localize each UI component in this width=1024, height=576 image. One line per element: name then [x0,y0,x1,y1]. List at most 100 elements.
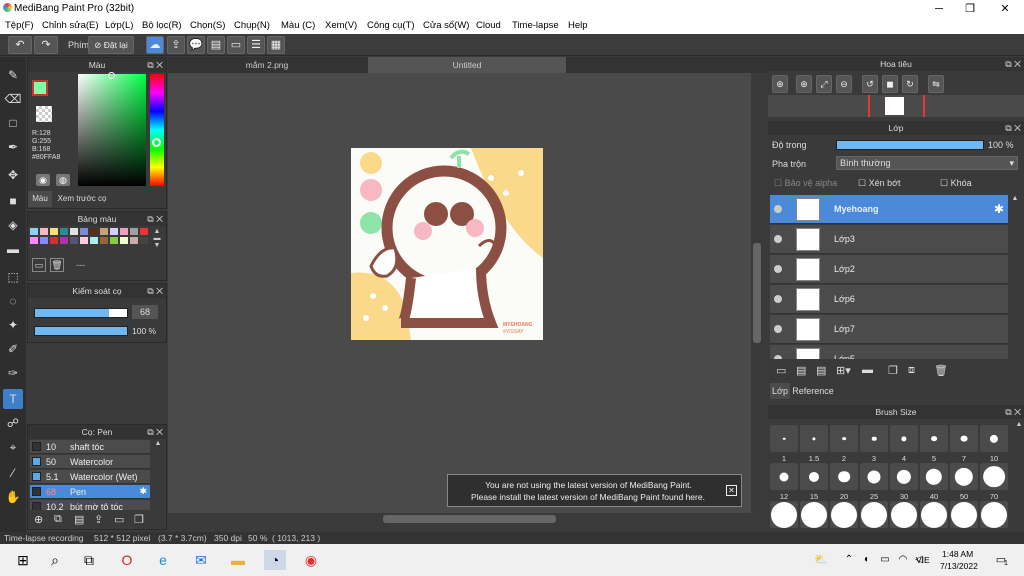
brush-tool-icon[interactable]: ✎ [3,65,23,85]
menu-file[interactable]: Tệp(F) [5,20,34,31]
move-tool-icon[interactable]: ✥ [3,165,23,185]
menu-window[interactable]: Cửa sổ(W) [423,20,469,31]
brush-size-cell[interactable]: 2 [830,425,858,463]
layer-list-scroll[interactable]: ▲ [1010,195,1020,359]
blend-mode-select[interactable]: Bình thường ▾ [836,156,1018,170]
layer-row[interactable]: Lớp3 [770,225,1008,254]
size-slider[interactable] [34,308,128,318]
eye-icon[interactable] [774,205,782,213]
palette-swatch[interactable] [70,237,78,244]
color-picker-cursor[interactable] [108,72,115,79]
new-halftone-layer-icon[interactable]: ▤ [796,364,806,377]
comment-icon[interactable]: 💬 [187,36,205,54]
color-wheel-icon[interactable]: ◉ [36,174,50,186]
eyedropper-tool-icon[interactable]: ⌖ [3,437,23,457]
brush-size-cell[interactable]: 1000 [980,501,1008,539]
merge-layer-icon[interactable]: ⧈ [908,364,915,377]
language-indicator[interactable]: VIE [916,555,930,565]
brush-list-item[interactable]: 68 Pen ✱ [30,485,150,499]
panel-close-icon[interactable]: ⧉ ✕ [147,212,163,226]
gear-icon[interactable]: ✱ [994,202,1004,216]
brush-size-cell[interactable]: 12 [770,463,798,501]
pen-tool-icon[interactable]: ✒ [3,137,23,157]
redo-icon[interactable]: ↷ [34,36,58,54]
layer-row[interactable]: Lớp5 [770,345,1008,359]
select-pen-tool-icon[interactable]: ✐ [3,339,23,359]
panel-close-icon[interactable]: ⧉ ✕ [1005,405,1021,419]
brush-size-cell[interactable]: 3 [860,425,888,463]
layer-row[interactable]: Lớp6 [770,285,1008,314]
chrome-icon[interactable]: ◉ [300,550,322,570]
tab-color[interactable]: Màu [28,191,52,207]
palette-swatch[interactable] [70,228,78,235]
duplicate-layer-icon[interactable]: ❐ [888,364,898,377]
brush-size-scroll[interactable]: ▲ [1014,421,1024,531]
panel-close-icon[interactable]: ⧉ ✕ [1005,57,1021,71]
palette-swatch[interactable] [110,237,118,244]
notice-close-icon[interactable]: ✕ [726,485,737,496]
folder-icon[interactable]: ▬ [862,364,873,376]
rectangle-tool-icon[interactable]: □ [3,113,23,133]
palette-swatch[interactable] [100,237,108,244]
grid-icon[interactable]: ▦ [267,36,285,54]
brush-size-cell[interactable]: 7 [950,425,978,463]
panel-close-icon[interactable]: ⧉ ✕ [147,284,163,298]
bucket-tool-icon[interactable]: ◈ [3,215,23,235]
primary-color-swatch[interactable] [32,80,48,96]
eye-icon[interactable] [774,355,782,359]
palette-swatch[interactable] [50,237,58,244]
palette-swatch[interactable] [30,237,38,244]
menu-tools[interactable]: Công cụ(T) [367,20,415,31]
zoom-in-icon[interactable]: ⊕ [796,75,812,93]
mail-icon[interactable]: ✉ [190,550,212,570]
file-explorer-icon[interactable]: ▬ [227,550,249,570]
palette-swatch[interactable] [90,237,98,244]
brush-size-cell[interactable]: 50 [950,463,978,501]
chat-icon[interactable]: ▤ [207,36,225,54]
minimize-button[interactable]: ─ [924,1,954,17]
weather-icon[interactable]: ⛅ [810,550,832,570]
brush-window-icon[interactable]: ❐ [134,513,144,526]
gear-icon[interactable]: ✱ [139,486,147,497]
delete-layer-icon[interactable]: 🗑 [934,364,948,377]
canvas-horizontal-scrollbar[interactable] [168,513,751,525]
clock-date[interactable]: 7/13/2022 [940,561,978,571]
canvas-artwork[interactable]: MYEHOANG #VISSAY [351,148,543,340]
menu-select[interactable]: Chọn(S) [190,20,225,31]
select-eraser-tool-icon[interactable]: ✑ [3,363,23,383]
layer-row[interactable]: Lớp2 [770,255,1008,284]
menu-cloud[interactable]: Cloud [476,20,501,31]
brush-size-cell[interactable]: 25 [860,463,888,501]
eye-icon[interactable] [774,265,782,273]
tab-document-2[interactable]: Untitled [368,57,566,73]
palette-swatch[interactable] [40,237,48,244]
brush-size-cell[interactable]: 15 [800,463,828,501]
palette-swatch[interactable] [30,228,38,235]
undo-icon[interactable]: ↶ [8,36,32,54]
zoom-fit-icon[interactable]: ⊕ [772,75,788,93]
panel-close-icon[interactable]: ⧉ ✕ [1005,121,1021,135]
brush-size-cell[interactable]: 40 [920,463,948,501]
eye-icon[interactable] [774,295,782,303]
new-palette-icon[interactable]: ▭ [32,258,46,272]
close-button[interactable]: ✕ [990,1,1020,17]
delete-palette-icon[interactable]: 🗑 [50,258,64,272]
tab-brush-preview[interactable]: Xem trước cọ [54,191,110,207]
brush-size-cell[interactable]: 150 [800,501,828,539]
page-icon[interactable]: ▭ [227,36,245,54]
clipping-checkbox[interactable]: ☐ Xén bớt [858,178,901,189]
horizontal-scroll-thumb[interactable] [383,515,556,523]
protect-alpha-checkbox[interactable]: ☐ Bảo vệ alpha [774,178,837,189]
add-brush-icon[interactable]: ⊕ [34,513,43,526]
secondary-color-swatch[interactable] [36,106,52,122]
lock-checkbox[interactable]: ☐ Khóa [940,178,972,189]
brush-size-cell[interactable]: 1 [770,425,798,463]
palette-swatch[interactable] [60,228,68,235]
select-tool-icon[interactable]: ⬚ [3,267,23,287]
operation-tool-icon[interactable]: ☍ [3,413,23,433]
menu-view[interactable]: Xem(V) [325,20,357,31]
menu-timelapse[interactable]: Time-lapse [512,20,559,31]
brush-list-scroll[interactable]: ▲ [152,440,164,510]
brush-size-cell[interactable]: 1.5 [800,425,828,463]
brush-folder-icon[interactable]: ▭ [114,513,124,526]
